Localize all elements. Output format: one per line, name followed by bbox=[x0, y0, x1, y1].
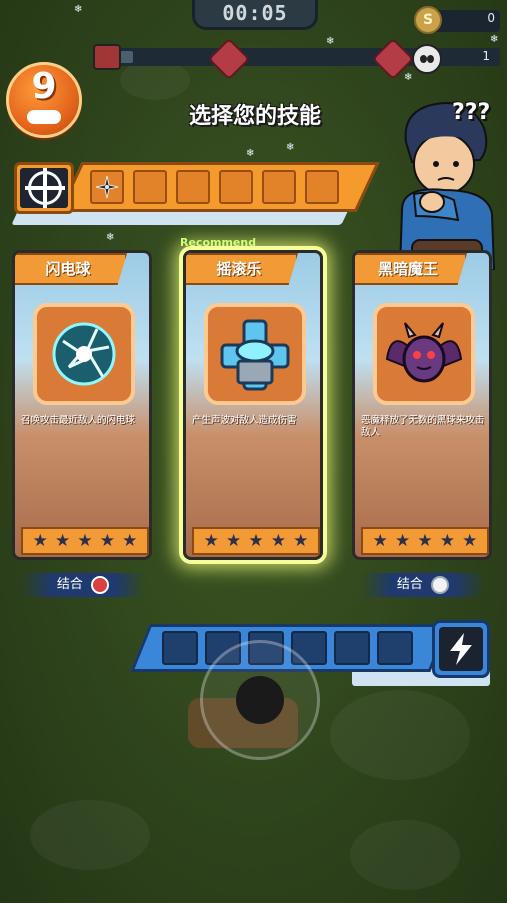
speaker-tower-icon bbox=[220, 319, 290, 391]
skill-icon-frame bbox=[204, 303, 306, 405]
skill-star-rating: ★ ★ ★ ★ ★ bbox=[192, 527, 320, 555]
coin-count: 0 bbox=[487, 11, 495, 25]
gamepad-icon bbox=[27, 110, 61, 124]
skill-card-rock-music[interactable]: 摇滚乐 产生声波对敌人造成伤害 ★ ★ ★ ★ ★ bbox=[183, 250, 323, 560]
shuriken-icon bbox=[95, 175, 119, 199]
snowflake-icon: ❄ bbox=[286, 142, 295, 153]
lightning-icon bbox=[450, 633, 472, 665]
skill-card-name: 黑暗魔王 bbox=[355, 253, 467, 285]
kill-count: 1 bbox=[482, 49, 490, 63]
star-icon: ★ bbox=[32, 530, 48, 551]
joystick-knob[interactable] bbox=[236, 676, 284, 724]
star-icon: ★ bbox=[122, 530, 138, 551]
snowflake-icon: ❄ bbox=[404, 72, 413, 83]
skill-card-lightning-orb[interactable]: 闪电球 召唤攻击最近敌人的闪电球 ★ ★ ★ ★ ★ bbox=[12, 250, 152, 560]
coin-icon: S bbox=[414, 6, 442, 34]
game-timer: 00:05 bbox=[192, 0, 318, 30]
star-icon: ★ bbox=[417, 530, 433, 551]
star-icon: ★ bbox=[394, 530, 411, 551]
skill-icon-frame bbox=[33, 303, 135, 405]
skill-icon-frame bbox=[373, 303, 475, 405]
skill-card-dark-lord[interactable]: 黑暗魔王 恶魔释放了无数的黑球来攻击敌人 ★ ★ ★ ★ ★ bbox=[352, 250, 492, 560]
star-icon: ★ bbox=[99, 530, 115, 551]
weapon-slot bbox=[305, 170, 339, 204]
demon-icon bbox=[385, 322, 463, 383]
star-icon: ★ bbox=[203, 530, 219, 551]
weapon-slot bbox=[219, 170, 253, 204]
ghost-icon bbox=[431, 575, 450, 594]
page-title: 选择您的技能 bbox=[188, 104, 321, 129]
mushroom-icon bbox=[91, 575, 110, 594]
weapon-slot bbox=[262, 170, 296, 204]
skill-card-name: 闪电球 bbox=[15, 253, 127, 285]
weapon-slot bbox=[133, 170, 167, 204]
thinking-marks: ??? bbox=[452, 100, 491, 125]
star-icon: ★ bbox=[372, 530, 388, 551]
snowflake-icon: ❄ bbox=[326, 36, 335, 47]
combine-tag: 结合 bbox=[362, 573, 484, 597]
star-icon: ★ bbox=[248, 530, 264, 551]
skill-description: 产生声波对敌人造成伤害 bbox=[192, 415, 297, 426]
skill-description: 恶魔释放了无数的黑球来攻击敌人 bbox=[361, 415, 485, 438]
lightning-orb-icon bbox=[52, 322, 116, 386]
recommend-label: Recommend bbox=[180, 236, 257, 249]
skill-description: 召唤攻击最近敌人的闪电球 bbox=[21, 415, 136, 426]
skill-card-name: 摇滚乐 bbox=[186, 253, 298, 285]
level-number: 9 bbox=[31, 66, 57, 107]
star-icon: ★ bbox=[77, 530, 93, 551]
combine-label: 结合 bbox=[396, 577, 423, 592]
snowflake-icon: ❄ bbox=[246, 148, 255, 159]
energy-slot bbox=[377, 631, 413, 665]
skull-icon bbox=[412, 44, 442, 74]
combine-label: 结合 bbox=[56, 577, 83, 592]
star-icon: ★ bbox=[54, 530, 71, 551]
star-icon: ★ bbox=[293, 530, 309, 551]
star-icon: ★ bbox=[225, 530, 242, 551]
skill-star-rating: ★ ★ ★ ★ ★ bbox=[361, 527, 489, 555]
combine-tag: 结合 bbox=[22, 573, 144, 597]
energy-slot bbox=[162, 631, 198, 665]
snowflake-icon: ❄ bbox=[106, 232, 115, 243]
player-avatar-icon bbox=[93, 44, 121, 70]
snowflake-icon: ❄ bbox=[74, 4, 83, 15]
weapon-slot bbox=[176, 170, 210, 204]
energy-slot bbox=[334, 631, 370, 665]
skill-star-rating: ★ ★ ★ ★ ★ bbox=[21, 527, 149, 555]
crosshair-icon bbox=[25, 168, 65, 208]
star-icon: ★ bbox=[439, 530, 455, 551]
star-icon: ★ bbox=[270, 530, 286, 551]
snowflake-icon: ❄ bbox=[490, 34, 499, 45]
star-icon: ★ bbox=[462, 530, 478, 551]
